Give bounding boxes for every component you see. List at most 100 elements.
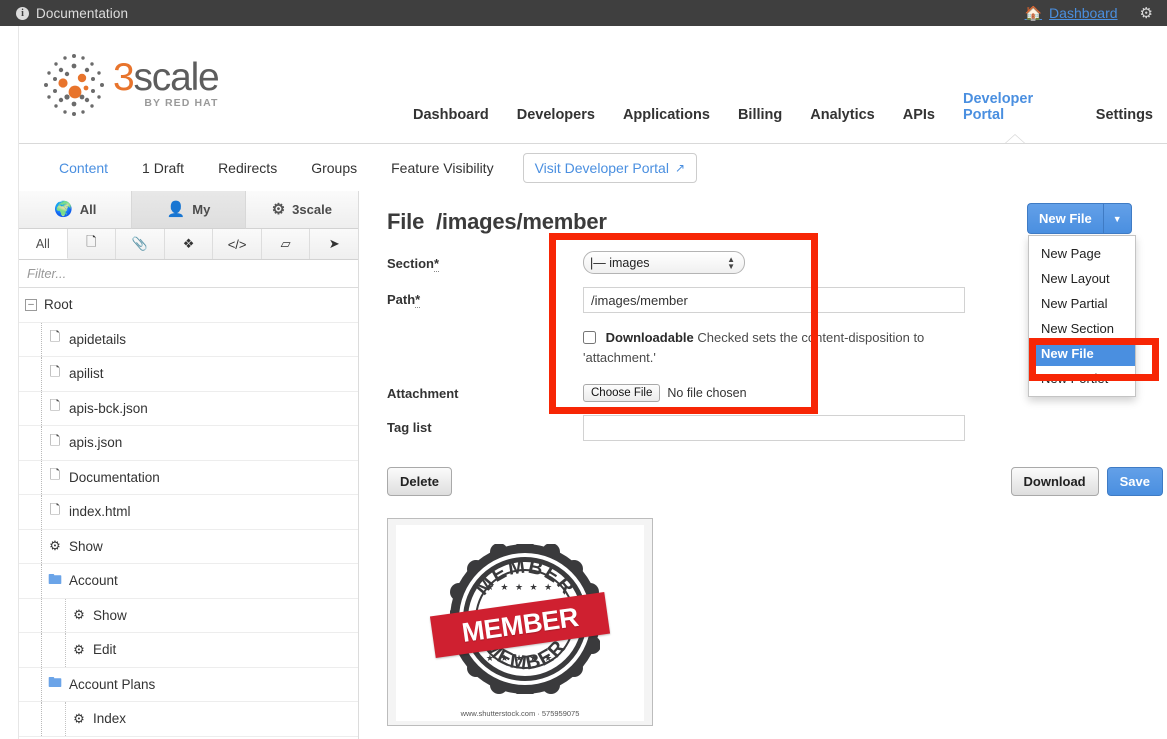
section-select[interactable]: |— images — [583, 251, 745, 274]
sidebar-tab-3scale[interactable]: ⚙ 3scale — [245, 191, 358, 229]
doc-icon: 🗋 — [49, 329, 61, 345]
gear-icon: ⚙ — [73, 607, 85, 623]
path-input[interactable] — [583, 287, 965, 313]
tree-guide — [65, 633, 66, 667]
documentation-label: Documentation — [36, 5, 129, 21]
globe-icon: 🌍 — [54, 201, 73, 218]
doc-icon: 🗋 — [49, 501, 61, 517]
person-icon: 👤 — [166, 201, 186, 218]
page-icon: 🗋 — [86, 234, 97, 249]
filter-all[interactable]: All — [19, 229, 68, 259]
filter-partials[interactable]: ❖ — [165, 229, 214, 259]
menu-item-new-partial[interactable]: New Partial — [1029, 291, 1135, 316]
filter-published[interactable]: ➤ — [310, 229, 358, 259]
tree-item-label: Account Plans — [69, 676, 156, 692]
sidebar-filter-input[interactable] — [19, 260, 358, 288]
sidebar-tab-all[interactable]: 🌍 All — [19, 191, 133, 229]
sidebar-tab-my[interactable]: 👤 My — [132, 191, 246, 229]
paperclip-icon: 📎 — [131, 236, 149, 251]
subnav-draft[interactable]: 1 Draft — [125, 160, 201, 176]
tree-item-label: apilist — [69, 366, 104, 382]
downloadable-checkbox[interactable] — [583, 331, 596, 344]
3scale-logo[interactable]: 3scale BY RED HAT — [41, 52, 220, 118]
filter-sections[interactable]: ▱ — [262, 229, 311, 259]
chevron-down-icon[interactable]: ▼ — [1102, 203, 1132, 234]
tree-guide — [41, 460, 42, 494]
menu-item-new-page[interactable]: New Page — [1029, 241, 1135, 266]
tree-row[interactable]: 🗋 apis-bck.json — [19, 391, 358, 426]
filter-code[interactable]: </> — [213, 229, 262, 259]
content-sidebar: 🌍 All 👤 My ⚙ 3scale All 🗋 📎 ❖ </> ▱ ➤ Fi… — [19, 191, 359, 739]
sidebar-type-filters: All 🗋 📎 ❖ </> ▱ ➤ — [19, 229, 358, 260]
rocket-icon: ➤ — [328, 236, 340, 251]
tree-guide — [41, 667, 42, 701]
save-button[interactable]: Save — [1106, 467, 1163, 497]
delete-button[interactable]: Delete — [387, 467, 453, 497]
visit-developer-portal-button[interactable]: Visit Developer Portal ↗ — [522, 152, 698, 183]
folder-icon: 🖿 — [48, 674, 62, 691]
subnav-groups[interactable]: Groups — [294, 160, 374, 176]
filter-attachments[interactable]: 📎 — [116, 229, 165, 259]
stamp-stars-bottom: ★ ★ ★ ★ ★ — [485, 653, 555, 664]
tree-item-label: Root — [44, 297, 73, 313]
subnav-feature-visibility[interactable]: Feature Visibility — [374, 160, 510, 176]
gear-icon: ⚙ — [73, 710, 85, 726]
tree-item-label: Show — [69, 538, 103, 554]
subnav-redirects[interactable]: Redirects — [201, 160, 294, 176]
tree-row[interactable]: ⚙ Index — [19, 702, 358, 737]
nav-analytics[interactable]: Analytics — [796, 107, 888, 143]
gear-icon: ⚙ — [271, 201, 286, 218]
tree-item-label: Edit — [93, 642, 117, 658]
tree-row[interactable]: 🗋 apidetails — [19, 322, 358, 357]
dashboard-link[interactable]: 🏠 Dashboard — [1025, 5, 1118, 22]
logo-tagline: BY RED HAT — [144, 96, 219, 109]
download-button[interactable]: Download — [1010, 467, 1099, 497]
tree-guide — [41, 391, 42, 425]
attachment-preview: MEMBER MEMBER ★ ★ ★ ★ ★ ★ ★ ★ ★ ★ shutte… — [387, 518, 653, 727]
code-icon: </> — [227, 236, 247, 252]
nav-billing[interactable]: Billing — [724, 107, 796, 143]
tree-guide — [41, 357, 42, 391]
nav-dashboard[interactable]: Dashboard — [399, 107, 503, 143]
new-file-button[interactable]: New File — [1027, 203, 1103, 234]
tree-row[interactable]: ⚙ Show — [19, 529, 358, 564]
menu-item-new-portlet[interactable]: New Portlet — [1029, 366, 1135, 391]
tree-row[interactable]: 🗋 apis.json — [19, 426, 358, 461]
tag-list-input[interactable] — [583, 415, 965, 442]
menu-item-new-layout[interactable]: New Layout — [1029, 266, 1135, 291]
tree-item-label: apidetails — [69, 331, 127, 347]
sidebar-tab-3scale-label: 3scale — [292, 202, 332, 217]
nav-settings[interactable]: Settings — [1082, 107, 1167, 143]
tree-item-label: Documentation — [69, 469, 160, 485]
new-file-dropdown-menu: New Page New Layout New Partial New Sect… — [1028, 235, 1136, 397]
tree-row[interactable]: 🗋 index.html — [19, 495, 358, 530]
choose-file-button[interactable]: Choose File — [583, 384, 661, 403]
collapse-toggle-icon[interactable]: – — [25, 298, 37, 311]
filter-pages[interactable]: 🗋 — [68, 229, 117, 259]
menu-item-new-section[interactable]: New Section — [1029, 316, 1135, 341]
new-file-split-button: New File ▼ — [1027, 203, 1157, 234]
section-label: Section* — [387, 251, 583, 272]
attachment-label: Attachment — [387, 386, 459, 402]
nav-applications[interactable]: Applications — [609, 107, 724, 143]
tree-item-label: Account — [69, 573, 118, 589]
tree-guide — [65, 598, 66, 632]
subnav-content[interactable]: Content — [41, 160, 125, 176]
nav-apis[interactable]: APIs — [889, 107, 949, 143]
tree-row[interactable]: ⚙ Edit — [19, 633, 358, 668]
doc-icon: 🗋 — [49, 363, 61, 379]
tree-guide — [65, 702, 66, 736]
tree-row[interactable]: 🗋 apilist — [19, 357, 358, 392]
tree-row[interactable]: 🗋 Documentation — [19, 460, 358, 495]
tree-row[interactable]: – Root — [19, 288, 358, 323]
tree-row[interactable]: 🖿 Account — [19, 564, 358, 599]
tree-row[interactable]: 🖿 Account Plans — [19, 667, 358, 702]
downloadable-label: Downloadable — [605, 330, 694, 345]
content-frame: 3scale BY RED HAT Dashboard Developers A… — [18, 26, 1167, 739]
tree-item-label: Show — [93, 607, 127, 623]
tree-row[interactable]: ⚙ Show — [19, 598, 358, 633]
nav-developers[interactable]: Developers — [503, 107, 609, 143]
gear-icon[interactable]: ⚙ — [1140, 6, 1153, 21]
nav-developer-portal[interactable]: Developer Portal — [949, 91, 1082, 143]
menu-item-new-file[interactable]: New File — [1029, 341, 1135, 366]
